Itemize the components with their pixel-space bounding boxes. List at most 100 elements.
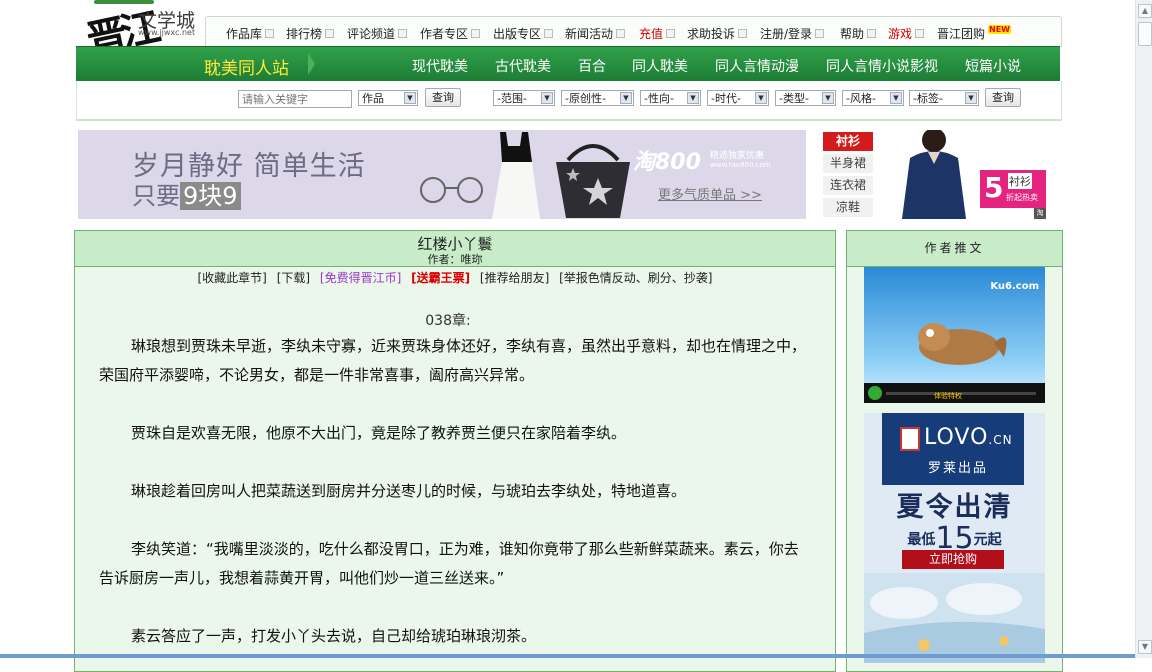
chevron-down-icon: ▼ xyxy=(404,92,416,104)
select-value: -时代- xyxy=(711,92,741,105)
banner-brand-sub: 精选独家优惠 xyxy=(710,151,765,161)
filter-orientation[interactable]: -性向- ▼ xyxy=(640,90,701,106)
menu-item-news[interactable]: 新闻活动 xyxy=(565,25,626,42)
channel-ancient-bl[interactable]: 古代耽美 xyxy=(495,56,551,76)
menu-item-games[interactable]: 游戏 xyxy=(888,25,925,42)
keyword-input[interactable] xyxy=(238,90,352,108)
chevron-down-icon xyxy=(915,29,925,38)
scroll-up-icon[interactable]: ▲ xyxy=(1138,4,1152,18)
select-value: -性向- xyxy=(644,92,674,105)
download-link[interactable]: [下载] xyxy=(277,271,310,285)
menu-item-login[interactable]: 注册/登录 xyxy=(760,25,825,42)
filter-originality[interactable]: -原创性- ▼ xyxy=(561,90,634,106)
bag-image xyxy=(556,144,630,218)
chevron-down-icon xyxy=(398,29,408,38)
banner-brand-url: www.tao800.com xyxy=(710,161,771,169)
chevron-down-icon: ▼ xyxy=(965,92,977,104)
channel-fanfic-bl[interactable]: 同人耽美 xyxy=(632,56,688,76)
filter-scope[interactable]: -范围- ▼ xyxy=(493,90,555,106)
chapter-panel: 红楼小丫鬟 作者：唯珎 [收藏此章节] [下载] [免费得晋江币] [送霸王票]… xyxy=(74,230,836,672)
paragraph: 琳琅想到贾珠未早逝，李纨未守寡，近来贾珠身体还好，李纨有喜，虽然出乎意料，却也在… xyxy=(99,337,807,384)
video-ad[interactable]: Ku6.com 体验特权 xyxy=(864,267,1045,403)
chapter-actions: [收藏此章节] [下载] [免费得晋江币] [送霸王票] [推荐给朋友] [举报… xyxy=(75,269,835,286)
squirrel-image xyxy=(918,323,1007,365)
site-name[interactable]: 耽美同人站 xyxy=(204,54,289,79)
flag-icon xyxy=(900,427,920,451)
bookmark-chapter-link[interactable]: [收藏此章节] xyxy=(198,271,267,285)
chevron-down-icon xyxy=(544,29,554,38)
chevron-down-icon xyxy=(867,29,877,38)
vertical-scrollbar[interactable]: ▲ ▼ xyxy=(1135,0,1152,658)
dress-image xyxy=(492,132,540,219)
menu-item-publishing[interactable]: 出版专区 xyxy=(493,25,554,42)
price-prefix: 最低 xyxy=(907,532,936,548)
ad-tag-sandals[interactable]: 凉鞋 xyxy=(823,198,873,217)
filter-era[interactable]: -时代- ▼ xyxy=(707,90,769,106)
chapter-header: 红楼小丫鬟 作者：唯珎 xyxy=(75,231,835,267)
menu-item-recharge[interactable]: 充值 xyxy=(639,25,676,42)
scroll-down-icon[interactable]: ▼ xyxy=(1138,640,1152,654)
paragraph: 琳琅趁着回房叫人把菜蔬送到厨房并分送枣儿的时候，与琥珀去李纨处，特地道喜。 xyxy=(131,482,687,500)
channel-short-stories[interactable]: 短篇小说 xyxy=(965,56,1021,76)
channel-modern-bl[interactable]: 现代耽美 xyxy=(412,56,468,76)
channel-fanfic-anime[interactable]: 同人言情动漫 xyxy=(715,56,799,76)
send-ticket-link[interactable]: [送霸王票] xyxy=(411,271,470,285)
banner-brand: 淘800 xyxy=(633,150,701,175)
menu-item-group-buy[interactable]: 晋江团购 NEW xyxy=(937,25,1011,42)
free-coins-link[interactable]: [免费得晋江币] xyxy=(320,271,401,285)
menu-label: 评论频道 xyxy=(347,27,396,41)
search-button[interactable]: 查询 xyxy=(425,88,461,107)
ad-tag-dress[interactable]: 连衣裙 xyxy=(823,176,873,195)
lovo-brand-suffix: .CN xyxy=(988,433,1013,447)
menu-item-reviews[interactable]: 评论频道 xyxy=(347,25,408,42)
banner-ad[interactable]: 岁月静好 简单生活 只要 9块9 淘800 精选独家优惠 www.tao800.c… xyxy=(78,130,806,219)
menu-item-help[interactable]: 帮助 xyxy=(840,25,877,42)
channel-gl[interactable]: 百合 xyxy=(578,56,606,76)
banner-more-link[interactable]: 更多气质单品 >> xyxy=(658,184,762,203)
lovo-sub: 罗莱出品 xyxy=(928,461,989,476)
filter-tag[interactable]: -标签- ▼ xyxy=(909,90,979,106)
play-icon[interactable] xyxy=(868,386,882,400)
side-ad[interactable]: 衬衫 半身裙 连衣裙 凉鞋 5 衬衫 折起热卖 淘 xyxy=(822,130,1046,219)
report-link[interactable]: [举报色情反动、刷分、抄袭] xyxy=(559,271,712,285)
menu-label: 游戏 xyxy=(888,27,913,41)
menu-label: 新闻活动 xyxy=(565,27,614,41)
banner-price-prefix: 只要 xyxy=(132,182,180,210)
promo-sub: 折起热卖 xyxy=(1006,193,1038,202)
menu-item-rankings[interactable]: 排行榜 xyxy=(286,25,335,42)
ad-tag-skirt[interactable]: 半身裙 xyxy=(823,154,873,173)
scroll-thumb[interactable] xyxy=(1138,22,1152,46)
menu-label: 作品库 xyxy=(226,27,263,41)
recommend-link[interactable]: [推荐给朋友] xyxy=(480,271,549,285)
video-label: 体验特权 xyxy=(934,392,962,400)
chevron-down-icon xyxy=(616,29,626,38)
top-menu: 作品库 排行榜 评论频道 作者专区 出版专区 新闻活动 充值 求助投诉 注册/登… xyxy=(205,16,1062,47)
chevron-down-icon xyxy=(738,29,748,38)
author-recommend-panel: 作者推文 Ku6.com 体验特权 LOVO.CN 罗莱出品 夏令出清 最低15… xyxy=(846,230,1063,672)
ad-tag-shirt[interactable]: 衬衫 xyxy=(823,132,873,151)
author-line[interactable]: 作者：唯珎 xyxy=(75,251,835,267)
promo-number: 5 xyxy=(984,171,1004,204)
price-suffix: 元起 xyxy=(973,532,1002,548)
menu-item-help-complaint[interactable]: 求助投诉 xyxy=(687,25,748,42)
lovo-ad[interactable]: LOVO.CN 罗莱出品 夏令出清 最低15元起 立即抢购 xyxy=(864,413,1045,663)
buy-now-button[interactable]: 立即抢购 xyxy=(902,550,1004,569)
menu-item-authors[interactable]: 作者专区 xyxy=(420,25,481,42)
filter-search-button[interactable]: 查询 xyxy=(985,88,1021,107)
chevron-down-icon xyxy=(265,29,275,38)
type-select[interactable]: 作品 ▼ xyxy=(358,90,418,106)
select-value: -范围- xyxy=(497,92,527,105)
filter-genre[interactable]: -类型- ▼ xyxy=(775,90,836,106)
taobao-icon: 淘 xyxy=(1034,208,1046,219)
select-value: 作品 xyxy=(362,92,384,105)
menu-item-works[interactable]: 作品库 xyxy=(226,25,275,42)
chevron-down-icon xyxy=(471,29,481,38)
filter-style[interactable]: -风格- ▼ xyxy=(842,90,904,106)
video-controls[interactable]: 体验特权 xyxy=(864,383,1045,403)
paragraph: 李纨笑道：“我嘴里淡淡的，吃什么都没胃口，正为难，谁知你竟带了那么些新鲜菜蔬来。… xyxy=(99,540,799,587)
channel-bar: 耽美同人站 现代耽美 古代耽美 百合 同人耽美 同人言情动漫 同人言情小说影视 … xyxy=(76,46,1060,82)
menu-label: 帮助 xyxy=(840,27,865,41)
chevron-down-icon: ▼ xyxy=(541,92,553,104)
channel-fanfic-novel-tv[interactable]: 同人言情小说影视 xyxy=(826,56,938,76)
select-value: -类型- xyxy=(779,92,809,105)
